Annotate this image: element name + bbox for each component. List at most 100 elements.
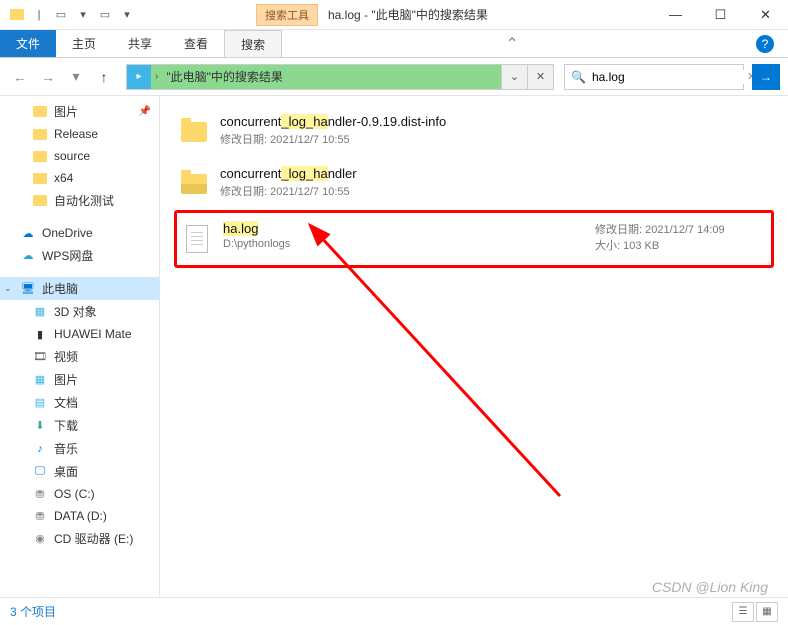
forward-button: → [36,65,60,89]
sidebar-item-label: 桌面 [54,463,78,480]
context-tab-search: 搜索工具 [256,4,318,26]
sidebar-item[interactable]: ▮ HUAWEI Mate [0,323,159,345]
minimize-button[interactable]: ― [653,0,698,30]
sidebar-item[interactable]: ⛃ OS (C:) [0,483,159,505]
titlebar: | ▭ ▾ ▭ ▾ 搜索工具 ha.log - "此电脑"中的搜索结果 ― ☐ … [0,0,788,30]
search-result[interactable]: concurrent_log_handler-0.9.19.dist-info … [174,106,774,158]
result-side-meta: 修改日期: 2021/12/7 14:09大小: 103 KB [595,221,765,253]
result-meta: 修改日期: 2021/12/7 10:55 [220,183,768,199]
search-box[interactable]: 🔍 ✕ [564,64,744,90]
sidebar-item[interactable]: ♪ 音乐 [0,437,159,460]
maximize-button[interactable]: ☐ [698,0,743,30]
search-result[interactable]: concurrent_log_handler 修改日期: 2021/12/7 1… [174,158,774,210]
quick-access-toolbar: | ▭ ▾ ▭ ▾ [0,6,136,24]
pin-icon: 📌 [139,106,151,117]
help-icon: ? [756,35,774,53]
view-icons-button[interactable]: ▦ [756,602,778,622]
result-name: concurrent_log_handler [220,166,768,181]
chevron-right-icon: › [151,71,162,82]
sidebar-item-label: OS (C:) [54,487,95,501]
music-icon: ♪ [32,441,48,457]
video-icon: 🎞 [32,349,48,365]
sidebar-item[interactable]: ▦ 3D 对象 [0,300,159,323]
tab-search[interactable]: 搜索 [224,30,282,57]
sidebar-item-label: Release [54,127,98,141]
folder-icon [32,126,48,142]
help-button[interactable]: ? [742,30,788,57]
sidebar-item-label: 3D 对象 [54,303,97,320]
pc-icon: 🖥 [20,281,36,297]
properties-icon[interactable]: ▭ [52,6,70,24]
cd-icon: ◉ [32,531,48,547]
sidebar-item[interactable]: 图片 📌 [0,100,159,123]
up-button[interactable]: ↑ [92,65,116,89]
phone-icon: ▮ [32,326,48,342]
sidebar-item-label: 此电脑 [42,280,78,297]
folder-icon [32,148,48,164]
sidebar-item-label: 下载 [54,417,78,434]
tab-share[interactable]: 共享 [112,30,168,57]
sidebar-item[interactable]: 🎞 视频 [0,345,159,368]
3d-icon: ▦ [32,304,48,320]
sidebar-item-label: HUAWEI Mate [54,327,132,341]
new-folder-icon[interactable]: ▭ [96,6,114,24]
sidebar-item[interactable]: source [0,145,159,167]
chevron-down-icon[interactable]: ⌄ [4,283,12,294]
sidebar-item-label: 音乐 [54,440,78,457]
stop-refresh-button[interactable]: ✕ [527,65,553,89]
drive-icon: ⛃ [32,508,48,524]
sidebar-item[interactable]: ⬇ 下载 [0,414,159,437]
file-icon [183,221,211,257]
ribbon: 文件 主页 共享 查看 搜索 ⌃ ? [0,30,788,58]
downloads-icon: ⬇ [32,418,48,434]
search-go-button[interactable]: → [752,64,780,90]
sidebar-item[interactable]: x64 [0,167,159,189]
search-input[interactable] [592,70,747,84]
customize-icon[interactable]: ▾ [118,6,136,24]
folder-py-icon [180,166,208,202]
tab-file[interactable]: 文件 [0,30,56,57]
folder-icon [180,114,208,150]
dropdown-icon[interactable]: ▾ [74,6,92,24]
status-bar: 3 个项目 ☰ ▦ [0,597,788,625]
address-bar[interactable]: ▸ › "此电脑"中的搜索结果 ⌄ ✕ [126,64,554,90]
desktop-icon: 🖵 [32,464,48,480]
result-meta: D:\pythonlogs [223,238,583,250]
ribbon-chevron[interactable]: ⌃ [491,30,532,57]
back-button[interactable]: ← [8,65,32,89]
sidebar-item-label: 自动化测试 [54,192,114,209]
result-meta: 修改日期: 2021/12/7 10:55 [220,131,768,147]
close-button[interactable]: ✕ [743,0,788,30]
result-name: ha.log [223,221,583,236]
wps-icon: ☁ [20,248,36,264]
onedrive-icon: ☁ [20,225,36,241]
sidebar-item[interactable]: ☁ WPS网盘 [0,244,159,267]
search-result[interactable]: ha.log D:\pythonlogs 修改日期: 2021/12/7 14:… [174,210,774,268]
sidebar-item-label: WPS网盘 [42,247,93,264]
address-dropdown[interactable]: ⌄ [501,65,527,89]
view-details-button[interactable]: ☰ [732,602,754,622]
sidebar-item[interactable]: ▦ 图片 [0,368,159,391]
folder-icon [32,104,48,120]
watermark: CSDN @Lion King [652,579,768,595]
tab-view[interactable]: 查看 [168,30,224,57]
folder-icon [32,170,48,186]
sidebar-item[interactable]: 自动化测试 [0,189,159,212]
sidebar-item[interactable]: Release [0,123,159,145]
sidebar-item-label: 视频 [54,348,78,365]
sidebar-this-pc[interactable]: ⌄ 🖥 此电脑 [0,277,159,300]
sidebar-item-label: 图片 [54,103,78,120]
nav-bar: ← → ▾ ↑ ▸ › "此电脑"中的搜索结果 ⌄ ✕ 🔍 ✕ → [0,58,788,96]
sidebar-item-label: 文档 [54,394,78,411]
sidebar-item[interactable]: ◉ CD 驱动器 (E:) [0,527,159,550]
sidebar-item-label: source [54,149,90,163]
sidebar-item[interactable]: 🖵 桌面 [0,460,159,483]
tab-home[interactable]: 主页 [56,30,112,57]
sidebar-item[interactable]: ⛃ DATA (D:) [0,505,159,527]
sidebar-item-label: CD 驱动器 (E:) [54,530,133,547]
folder-icon [8,6,26,24]
sidebar-item[interactable]: ▤ 文档 [0,391,159,414]
sidebar-item[interactable]: ☁ OneDrive [0,222,159,244]
recent-dropdown[interactable]: ▾ [64,65,88,89]
qat-separator-icon: | [30,6,48,24]
